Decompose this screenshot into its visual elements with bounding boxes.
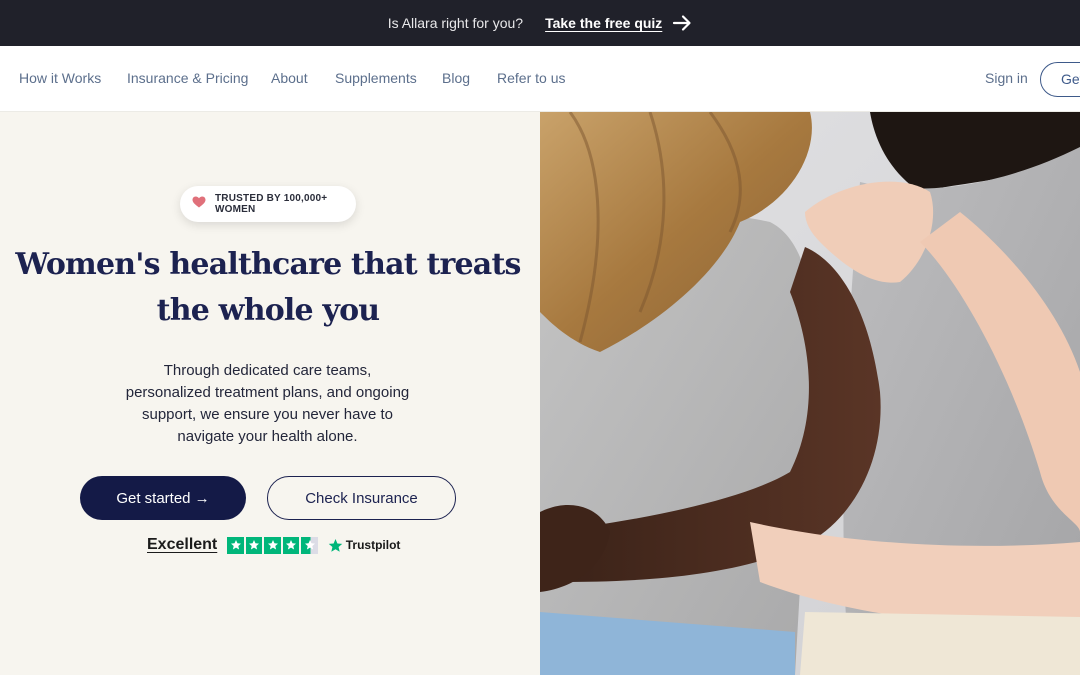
nav-how-it-works[interactable]: How it Works — [19, 70, 101, 86]
hero-headline: Women's healthcare that treats the whole… — [15, 247, 521, 328]
main-nav: How it Works Insurance & Pricing About S… — [0, 46, 1080, 112]
hero-content: TRUSTED BY 100,000+ WOMEN Women's health… — [0, 112, 540, 675]
star-icon — [227, 536, 244, 554]
take-quiz-link[interactable]: Take the free quiz — [545, 13, 692, 33]
half-star-icon — [301, 536, 318, 554]
trustpilot-logo: Trustpilot — [328, 538, 401, 553]
hero-description: Through dedicated care teams, personaliz… — [125, 362, 410, 445]
hero-photo — [540, 112, 1080, 675]
nav-get-started-button[interactable]: Get started — [1040, 62, 1080, 97]
trustpilot-rating[interactable]: Excellent Trustpilot — [147, 536, 400, 554]
heart-icon — [192, 195, 206, 213]
nav-refer[interactable]: Refer to us — [497, 70, 565, 86]
trust-badge-label: TRUSTED BY 100,000+ WOMEN — [215, 193, 328, 215]
star-icon — [245, 536, 263, 554]
trust-badge: TRUSTED BY 100,000+ WOMEN — [180, 186, 356, 222]
nav-supplements[interactable]: Supplements — [335, 70, 417, 86]
announcement-bar: Is Allara right for you? Take the free q… — [0, 0, 1080, 46]
check-insurance-button[interactable]: Check Insurance — [267, 476, 456, 520]
sign-in-link[interactable]: Sign in — [985, 70, 1028, 86]
trustpilot-star-icon — [328, 538, 343, 552]
nav-insurance-pricing[interactable]: Insurance & Pricing — [127, 70, 248, 86]
star-icon — [264, 536, 281, 554]
trustpilot-label: Trustpilot — [345, 538, 401, 552]
nav-about[interactable]: About — [271, 70, 308, 86]
rating-label: Excellent — [147, 536, 218, 553]
star-icon — [282, 536, 300, 554]
rating-stars — [227, 536, 318, 554]
nav-blog[interactable]: Blog — [442, 70, 470, 86]
arrow-right-icon — [672, 13, 692, 33]
take-quiz-label: Take the free quiz — [545, 15, 663, 31]
announcement-text: Is Allara right for you? — [387, 15, 524, 31]
women-embracing-image — [540, 112, 1080, 675]
get-started-button[interactable]: Get started → — [80, 476, 246, 520]
